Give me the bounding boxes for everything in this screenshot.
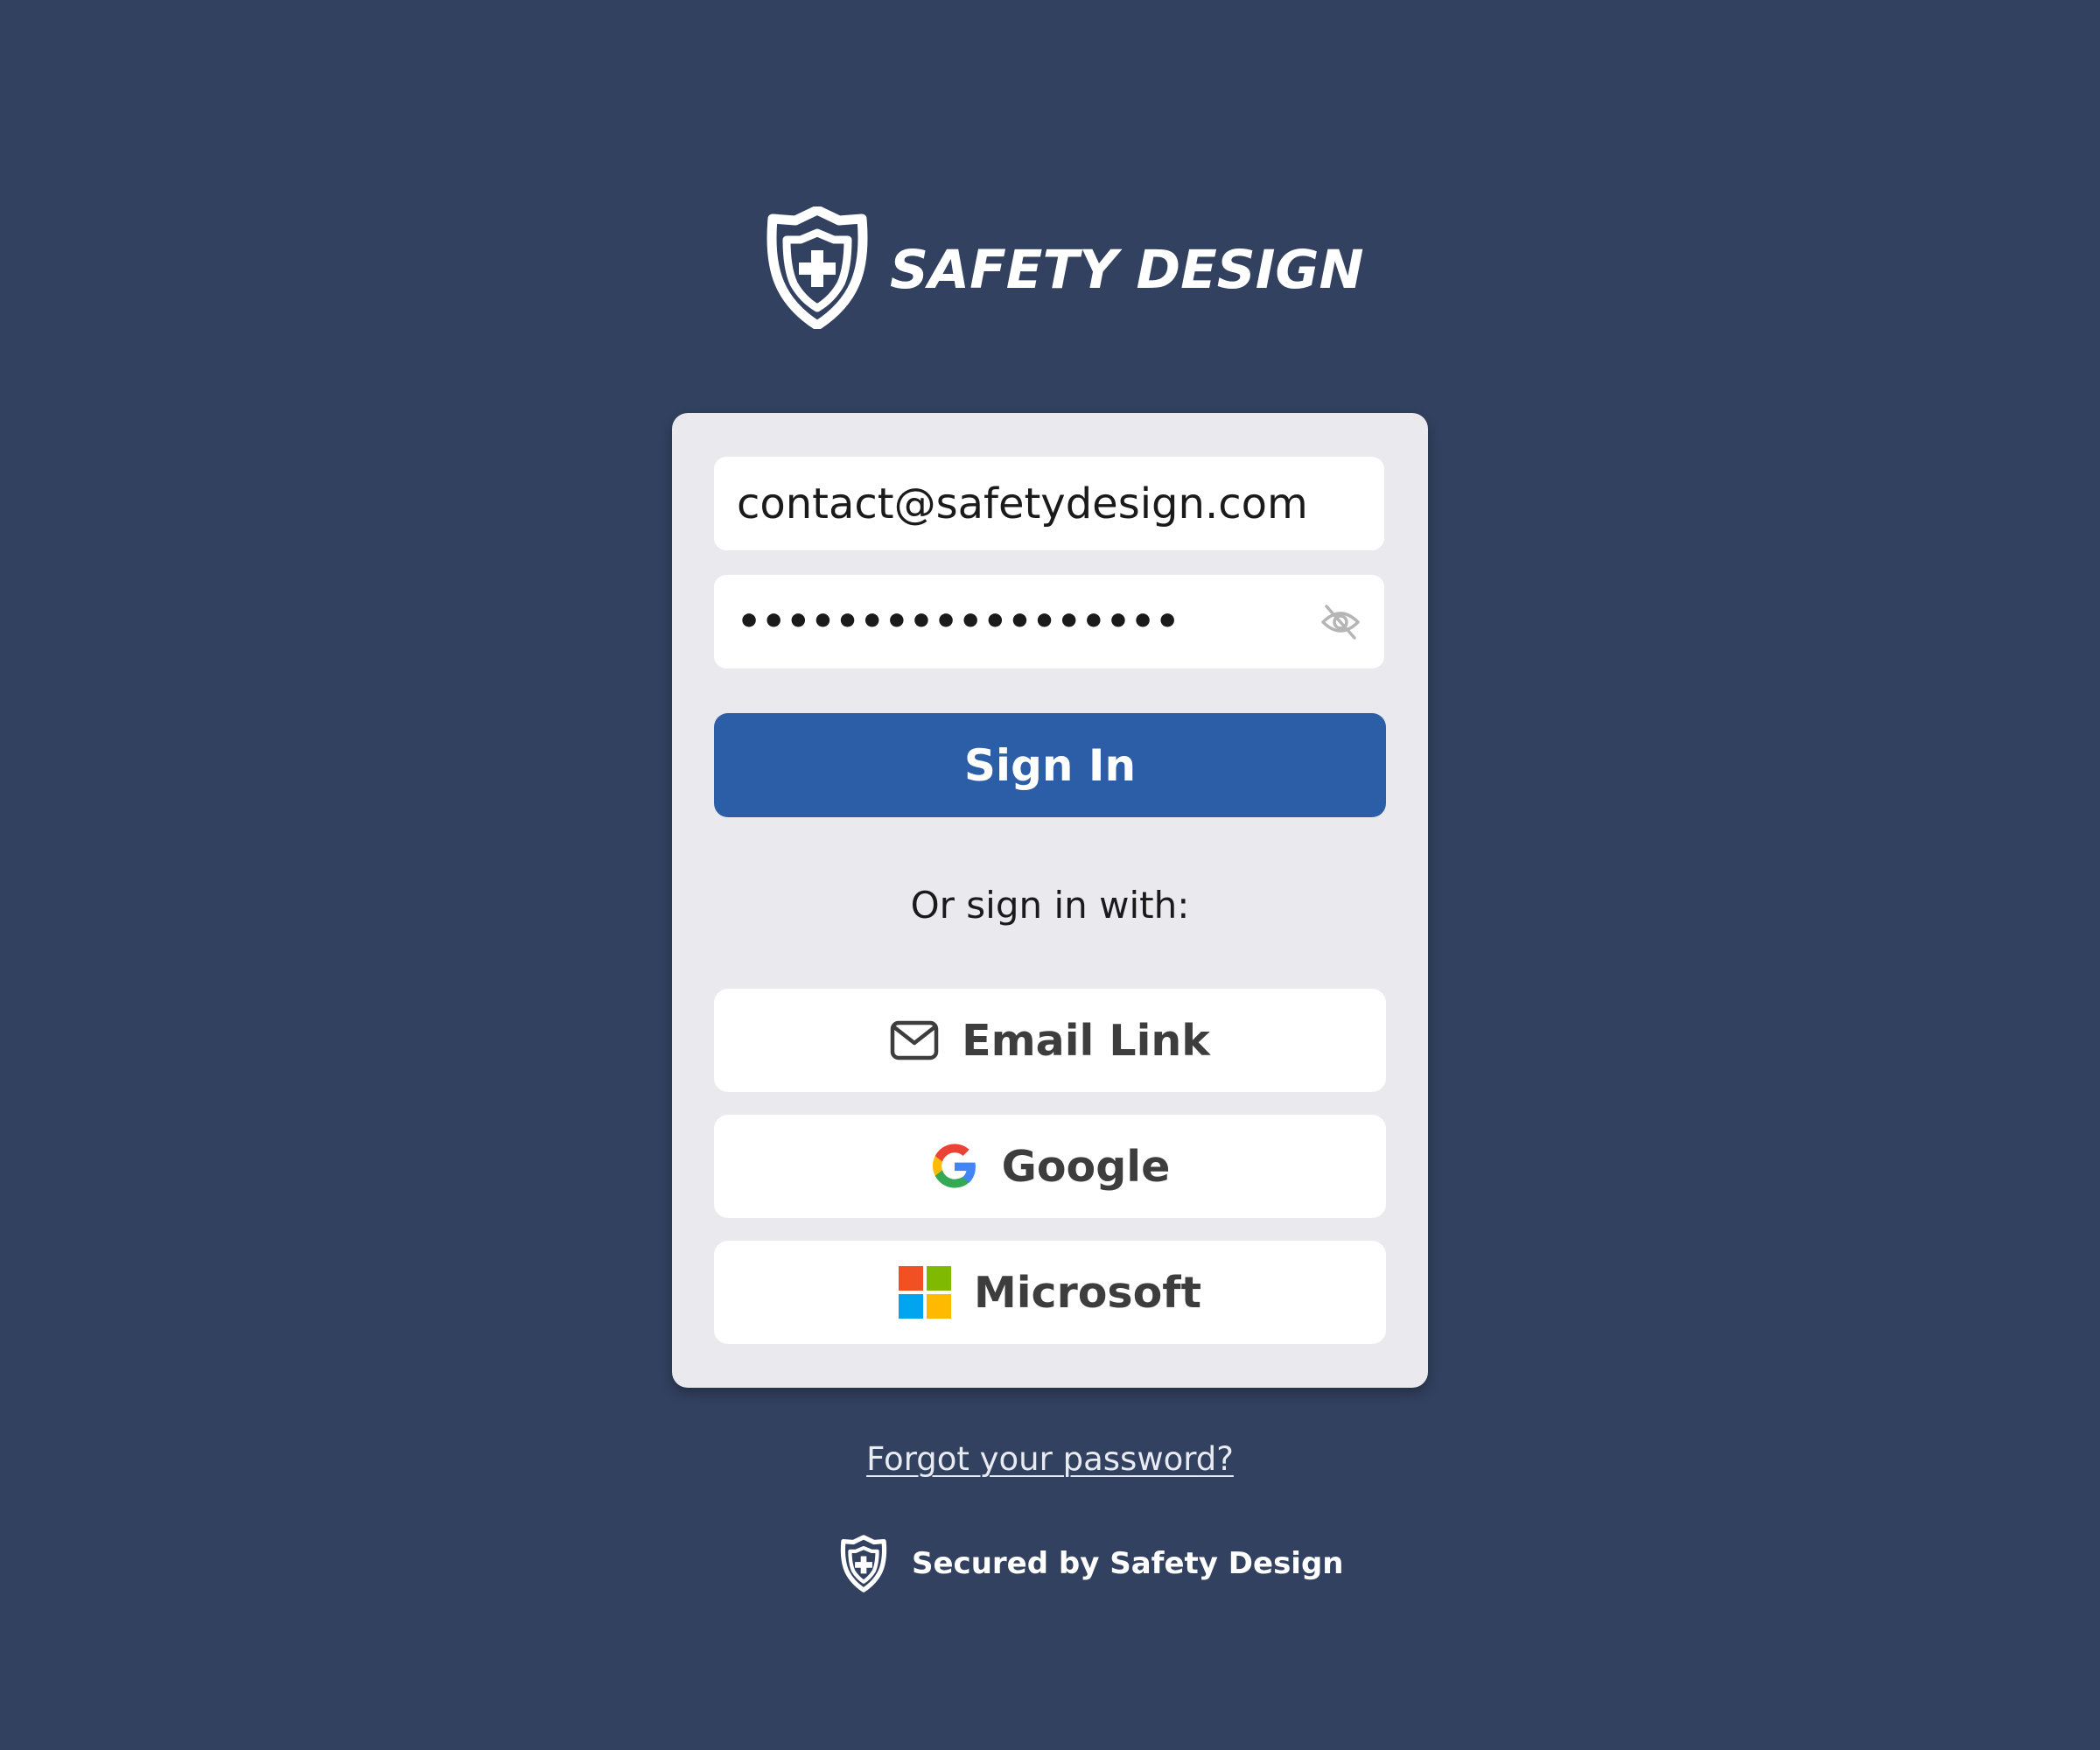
shield-plus-icon: [840, 1535, 887, 1592]
google-logo-icon: [932, 1144, 976, 1188]
google-label: Google: [1001, 1141, 1171, 1192]
microsoft-signin-button[interactable]: Microsoft: [714, 1241, 1386, 1344]
email-link-label: Email Link: [962, 1015, 1210, 1066]
google-signin-button[interactable]: Google: [714, 1115, 1386, 1218]
email-link-button[interactable]: Email Link: [714, 989, 1386, 1092]
microsoft-logo-icon: [898, 1266, 951, 1319]
sign-in-button[interactable]: Sign In: [714, 713, 1386, 817]
login-page: { "brand": { "name": "SAFETY DESIGN", "l…: [0, 0, 2100, 1750]
forgot-password-link[interactable]: Forgot your password?: [0, 1440, 2100, 1478]
brand-name: SAFETY DESIGN: [890, 238, 1364, 301]
envelope-icon: [890, 1020, 939, 1060]
email-value: contact@safetydesign.com: [737, 479, 1308, 528]
eye-off-icon[interactable]: [1320, 601, 1362, 643]
password-value: ••••••••••••••••••: [737, 599, 1180, 644]
brand-logo: SAFETY DESIGN: [764, 206, 1364, 329]
microsoft-label: Microsoft: [973, 1267, 1201, 1318]
login-card: contact@safetydesign.com •••••••••••••••…: [672, 413, 1428, 1388]
password-field[interactable]: ••••••••••••••••••: [714, 575, 1384, 668]
shield-plus-icon: [766, 206, 868, 329]
email-field[interactable]: contact@safetydesign.com: [714, 457, 1384, 550]
footer: Secured by Safety Design: [838, 1535, 1344, 1592]
alt-signin-text: Or sign in with:: [910, 884, 1190, 927]
footer-text: Secured by Safety Design: [912, 1546, 1344, 1581]
